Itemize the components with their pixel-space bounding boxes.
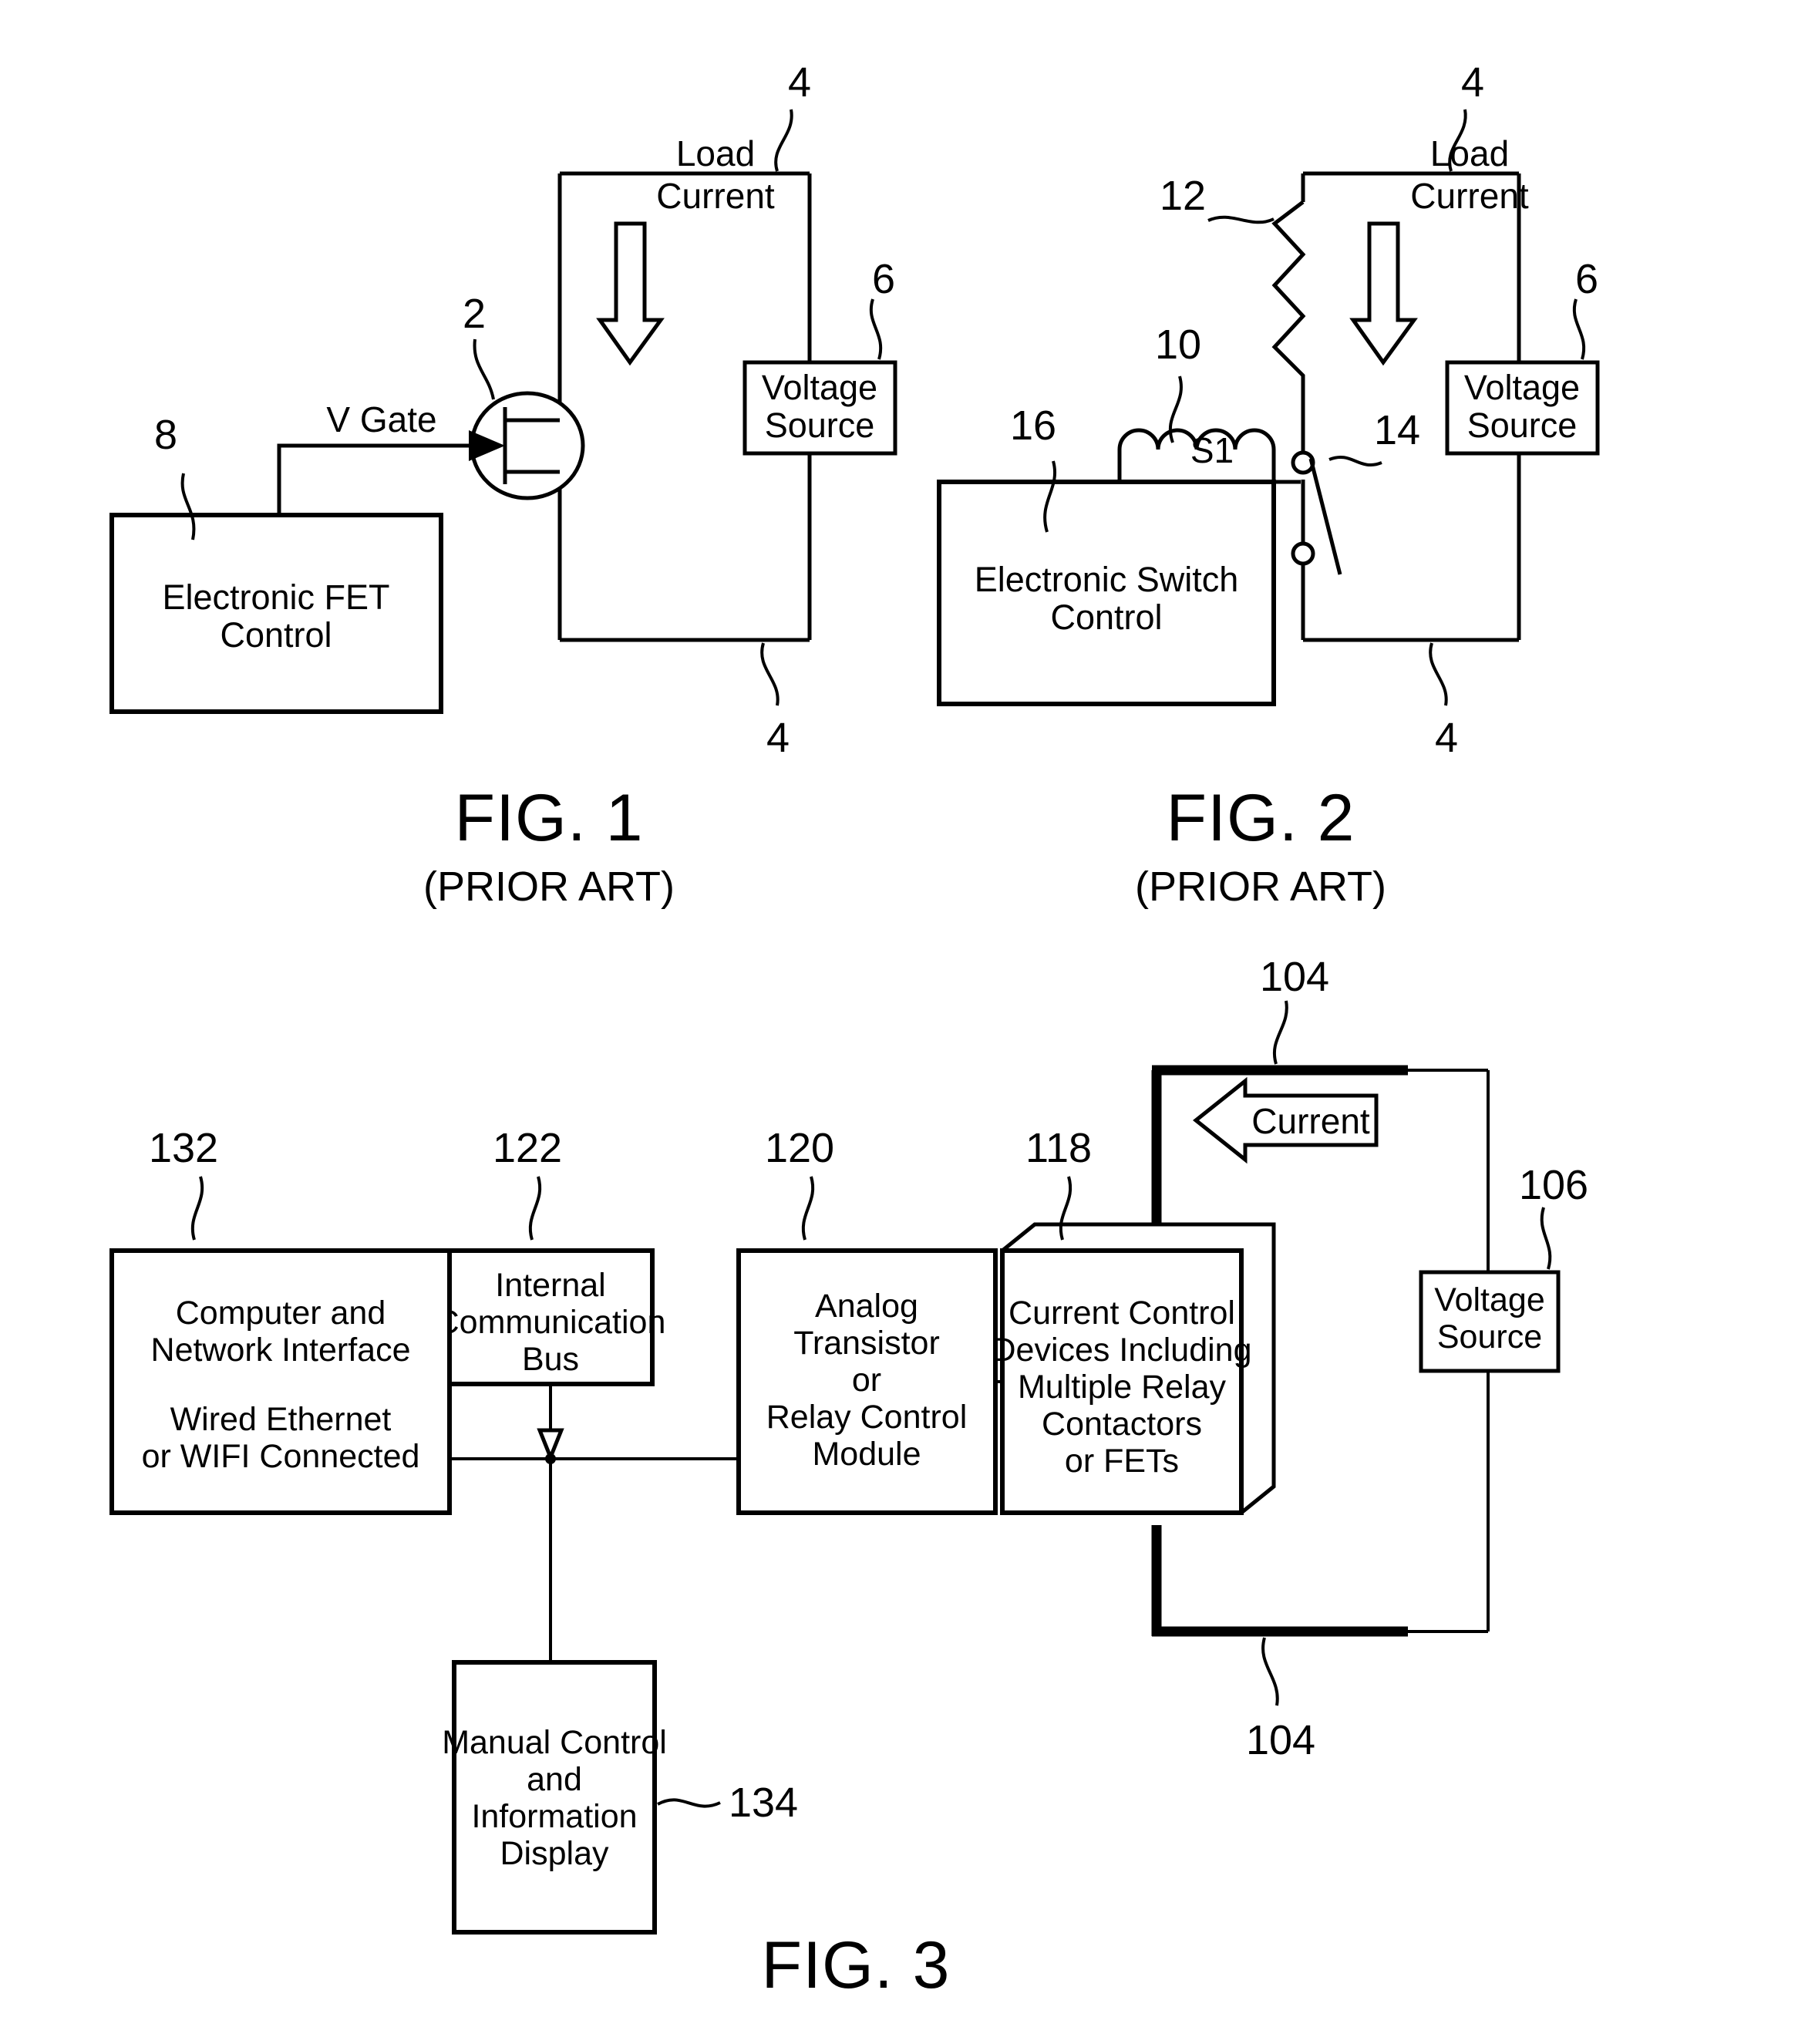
fig3-ref-120: 120 xyxy=(765,1125,834,1171)
fig2-contact-lower xyxy=(1291,541,1315,566)
drawing-canvas: 4 4 Load Current Voltage Source 6 V Gate… xyxy=(0,0,1815,2044)
fig3-relay-line4: Relay Control xyxy=(766,1399,968,1436)
fig1-fet-control-line2: Control xyxy=(220,615,332,655)
fig3-ref-132: 132 xyxy=(149,1125,218,1171)
fig3-current-label: Current xyxy=(1251,1101,1370,1141)
fig3-voltage-source-line1: Voltage xyxy=(1434,1281,1544,1318)
fig1-load-current-line1: Load xyxy=(676,133,755,173)
fig3-devices-line3: Multiple Relay xyxy=(1018,1369,1227,1406)
fig3-ref-104-bottom: 104 xyxy=(1246,1717,1315,1763)
fig3-ref-134: 134 xyxy=(729,1780,798,1826)
fig3-display-line4: Display xyxy=(500,1835,609,1872)
fig3-devices-line2: Devices Including xyxy=(992,1332,1251,1369)
fig3-ref-106: 106 xyxy=(1519,1162,1588,1208)
fig3-computer-line3: Wired Ethernet xyxy=(170,1401,392,1438)
fig3-display-line3: Information xyxy=(471,1798,637,1835)
fig3-computer-line1: Computer and xyxy=(176,1295,386,1332)
fig2-load-current-line1: Load xyxy=(1430,133,1509,173)
fig3-relay-line3: or xyxy=(852,1362,881,1399)
fig3-ref-122: 122 xyxy=(493,1125,562,1171)
fig3-devices-line1: Current Control xyxy=(1009,1295,1235,1332)
fig2-load-current-line2: Current xyxy=(1410,176,1529,216)
fig1-load-current-line2: Current xyxy=(656,176,775,216)
fig3-relay-line2: Transistor xyxy=(793,1325,940,1362)
fig3-ref-104-top: 104 xyxy=(1260,954,1329,1000)
fig2-ref-10: 10 xyxy=(1155,322,1201,368)
fig1-ref-6: 6 xyxy=(872,256,895,302)
fig2-voltage-source-line2: Source xyxy=(1467,406,1578,445)
fig1-voltage-source-line2: Source xyxy=(765,406,875,445)
fig3-bus-line2: Communication xyxy=(436,1304,666,1341)
fig3-bus-line1: Internal xyxy=(495,1267,605,1304)
fig2-ref-16: 16 xyxy=(1010,402,1056,449)
fig2-ref-4-top: 4 xyxy=(1461,59,1484,106)
patent-drawing-sheet: 4 4 Load Current Voltage Source 6 V Gate… xyxy=(0,0,1815,2044)
fig2-switch-control-line1: Electronic Switch xyxy=(975,560,1239,599)
fig3-display-line2: and xyxy=(527,1761,582,1798)
fig2-ref-6: 6 xyxy=(1575,256,1598,302)
fig3-devices-line4: Contactors xyxy=(1042,1406,1202,1443)
fig3-computer-line2: Network Interface xyxy=(151,1332,411,1369)
fig1-ref-4-top: 4 xyxy=(788,59,811,106)
fig3-devices-line5: or FETs xyxy=(1065,1443,1179,1480)
fig1-title: FIG. 1 xyxy=(455,781,644,855)
fig3-title: FIG. 3 xyxy=(762,1928,951,2002)
fig1-v-gate-label: V Gate xyxy=(326,399,436,439)
fig3-voltage-source-line2: Source xyxy=(1437,1318,1542,1355)
fig2-subtitle: (PRIOR ART) xyxy=(1135,864,1386,910)
fig2-ref-4-bottom: 4 xyxy=(1435,715,1458,761)
fig1-ref-8: 8 xyxy=(154,412,177,458)
fig3-display-line1: Manual Control xyxy=(442,1724,667,1761)
fig2-ref-12: 12 xyxy=(1160,173,1206,219)
fig1-subtitle: (PRIOR ART) xyxy=(423,864,675,910)
fig1-ref-2: 2 xyxy=(463,291,486,337)
fig3-relay-line1: Analog xyxy=(815,1288,918,1325)
fig1-voltage-source-line1: Voltage xyxy=(762,368,877,407)
fig3-computer-line4: or WIFI Connected xyxy=(142,1438,420,1475)
fig1-ref-4-bottom: 4 xyxy=(766,715,790,761)
fig3-relay-line5: Module xyxy=(812,1436,921,1473)
page-background xyxy=(0,0,1815,2044)
fig2-voltage-source-line1: Voltage xyxy=(1464,368,1580,407)
fig1-fet-control-line1: Electronic FET xyxy=(162,578,389,617)
fig3-ref-118: 118 xyxy=(1025,1125,1092,1171)
fig2-ref-14: 14 xyxy=(1374,407,1420,453)
fig2-switch-control-line2: Control xyxy=(1050,598,1162,637)
fig2-title: FIG. 2 xyxy=(1167,781,1355,855)
fig3-bus-line3: Bus xyxy=(522,1341,579,1378)
